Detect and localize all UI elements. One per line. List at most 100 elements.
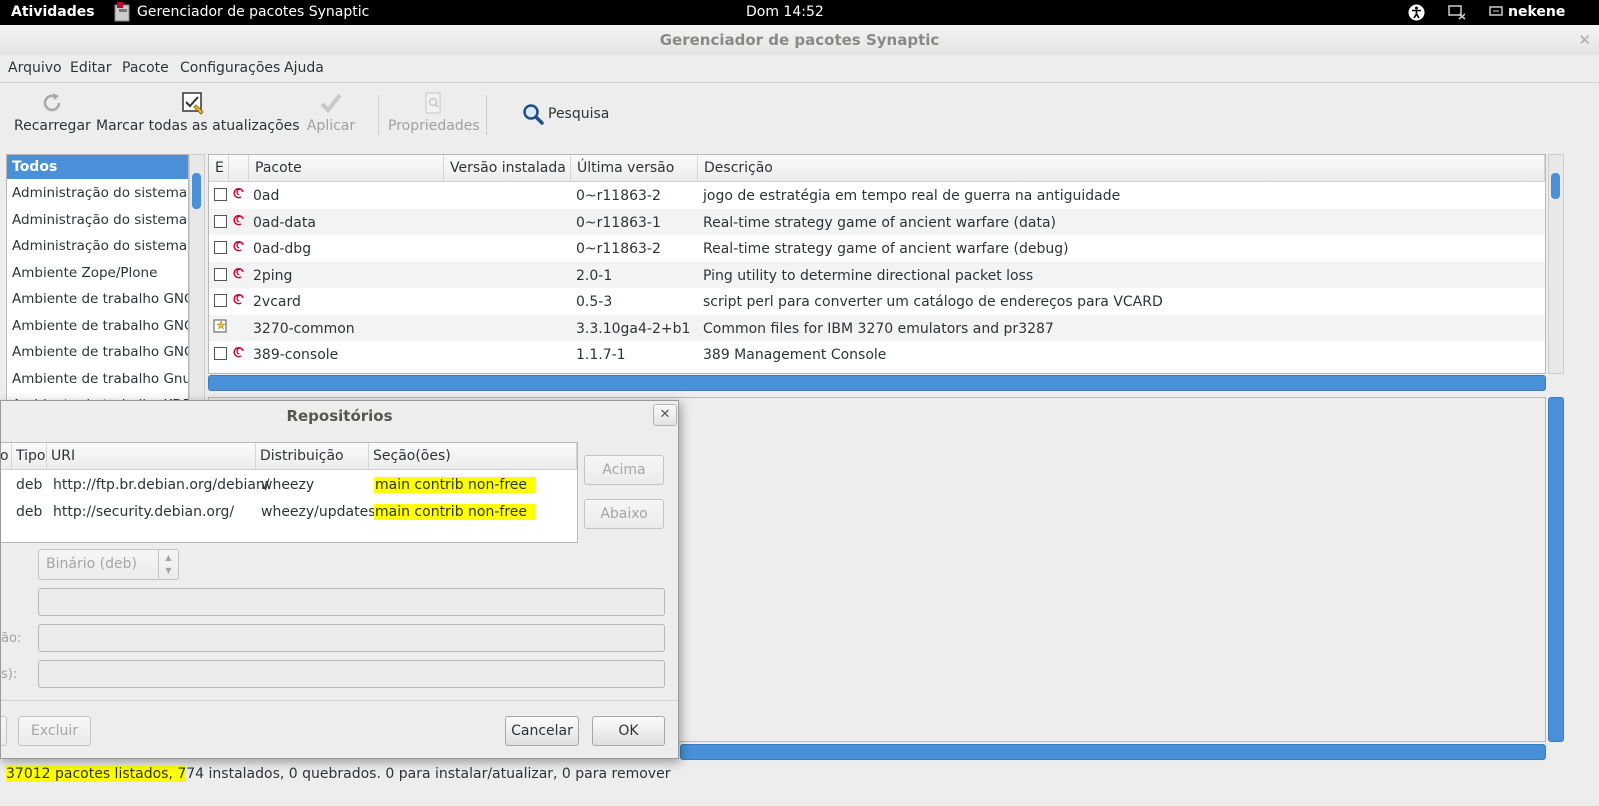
column-header-uri[interactable]: URI	[47, 443, 256, 470]
search-button[interactable]: Pesquisa	[518, 101, 609, 129]
package-name: 0ad-data	[253, 214, 316, 231]
column-header-package[interactable]: Pacote	[249, 155, 444, 182]
repository-distribution: wheezy/updates	[261, 504, 376, 520]
package-new-star-icon[interactable]	[213, 319, 227, 333]
delete-button[interactable]: Excluir	[18, 716, 91, 746]
section-item[interactable]: Administração do sistema (c	[7, 206, 188, 233]
details-horizontal-scrollbar[interactable]	[680, 744, 1546, 760]
menu-ajuda[interactable]: Ajuda	[284, 60, 324, 76]
clock[interactable]: Dom 14:52	[746, 4, 824, 20]
toolbar-separator	[486, 95, 487, 135]
package-latest-version: 3.3.10ga4-2+b1	[576, 320, 691, 337]
network-offline-icon[interactable]	[1448, 5, 1466, 20]
package-checkbox[interactable]	[214, 267, 227, 281]
reload-button[interactable]: Recarregar	[14, 83, 91, 145]
package-list[interactable]: E Pacote Versão instalada Última versão …	[208, 154, 1546, 374]
menu-arquivo[interactable]: Arquivo	[8, 60, 62, 76]
package-name: 3270-common	[253, 320, 355, 337]
scrollbar-thumb[interactable]	[192, 173, 201, 209]
debian-swirl-icon	[232, 239, 246, 253]
app-menu[interactable]: Gerenciador de pacotes Synaptic	[137, 4, 369, 20]
section-item[interactable]: Ambiente de trabalho GNC	[7, 285, 188, 312]
mark-all-upgrades-button[interactable]: Marcar todas as atualizações	[96, 83, 300, 145]
move-down-button[interactable]: Abaixo	[584, 499, 664, 529]
sections-field[interactable]	[38, 660, 665, 688]
section-item[interactable]: Administração do sistema	[7, 179, 188, 206]
repository-row[interactable]: deb http://ftp.br.debian.org/debian/ whe…	[1, 471, 577, 498]
section-list[interactable]: Todos Administração do sistema Administr…	[6, 154, 189, 406]
new-button[interactable]	[1, 716, 7, 746]
window-close-button[interactable]: ✕	[1578, 31, 1591, 49]
column-header-installed-version[interactable]: Versão instalada	[444, 155, 571, 182]
debian-swirl-icon	[232, 186, 246, 200]
package-row[interactable]: 0ad-data 0~r11863-1 Real-time strategy g…	[209, 208, 1545, 235]
column-header-enabled[interactable]: o	[1, 443, 12, 470]
scrollbar-thumb[interactable]	[1551, 173, 1560, 199]
cancel-button[interactable]: Cancelar	[505, 716, 579, 746]
package-latest-version: 1.1.7-1	[576, 347, 626, 363]
menu-configuracoes[interactable]: Configurações	[180, 60, 280, 76]
column-header-sections[interactable]: Seção(ões)	[369, 443, 577, 470]
user-menu[interactable]: nekene	[1508, 4, 1565, 20]
package-row[interactable]: 389-console 1.1.7-1 389 Management Conso…	[209, 341, 1545, 368]
column-header-support[interactable]	[229, 155, 249, 182]
properties-button[interactable]: Propriedades	[388, 83, 480, 145]
repository-type-select[interactable]: Binário (deb) ▲ ▼	[38, 549, 179, 580]
package-description: Common files for IBM 3270 emulators and …	[703, 320, 1054, 337]
apply-button[interactable]: Aplicar	[300, 83, 362, 145]
package-name: 0ad	[253, 188, 280, 204]
move-up-button[interactable]: Acima	[584, 455, 664, 485]
gnome-top-bar: Atividades Gerenciador de pacotes Synapt…	[0, 0, 1599, 25]
column-header-distribution[interactable]: Distribuição	[256, 443, 369, 470]
package-name: 2vcard	[253, 294, 301, 310]
reload-icon	[40, 91, 64, 115]
package-list-horizontal-scrollbar[interactable]	[208, 375, 1546, 391]
column-header-status[interactable]: E	[209, 155, 229, 182]
status-summary: 74 instalados, 0 quebrados. 0 para insta…	[186, 766, 671, 782]
package-latest-version: 0~r11863-2	[576, 188, 661, 204]
package-checkbox[interactable]	[214, 241, 227, 254]
menu-editar[interactable]: Editar	[70, 60, 111, 76]
package-list-vertical-scrollbar[interactable]	[1548, 154, 1564, 374]
package-row[interactable]: 0ad 0~r11863-2 jogo de estratégia em tem…	[209, 182, 1545, 209]
section-item[interactable]: Ambiente de trabalho GNC	[7, 312, 188, 339]
package-row[interactable]: 2vcard 0.5-3 script perl para converter …	[209, 288, 1545, 315]
dialog-close-button[interactable]: ✕	[653, 404, 677, 426]
package-checkbox[interactable]	[214, 188, 227, 201]
toolbar: Recarregar Marcar todas as atualizações …	[0, 83, 1599, 148]
section-item[interactable]: Ambiente Zope/Plone	[7, 259, 188, 286]
distribution-field[interactable]	[38, 624, 665, 652]
ok-button[interactable]: OK	[592, 716, 665, 746]
properties-icon	[421, 91, 445, 115]
column-header-latest-version[interactable]: Última versão	[571, 155, 698, 182]
repositories-dialog[interactable]: Repositórios ✕ o Tipo URI Distribuição S…	[0, 400, 679, 759]
close-icon: ✕	[659, 407, 671, 422]
window-titlebar[interactable]: Gerenciador de pacotes Synaptic ✕	[0, 25, 1599, 55]
section-item[interactable]: Administração do sistema (r	[7, 232, 188, 259]
section-list-scrollbar[interactable]	[189, 154, 205, 406]
package-description: Real-time strategy game of ancient warfa…	[703, 214, 1056, 231]
close-icon: ✕	[1578, 31, 1591, 49]
section-list-header[interactable]: Todos	[7, 155, 188, 179]
repository-row[interactable]: deb http://security.debian.org/ wheezy/u…	[1, 498, 577, 525]
activities-button[interactable]: Atividades	[11, 4, 95, 20]
package-row[interactable]: 3270-common 3.3.10ga4-2+b1 Common files …	[209, 314, 1545, 341]
column-header-description[interactable]: Descrição	[698, 155, 1545, 182]
section-item[interactable]: Ambiente de trabalho GNC	[7, 338, 188, 365]
package-checkbox[interactable]	[214, 294, 227, 307]
repository-sections: main contrib non-free	[374, 477, 536, 493]
package-row[interactable]: 0ad-dbg 0~r11863-2 Real-time strategy ga…	[209, 235, 1545, 262]
section-item[interactable]: Ambiente de trabalho Gnus	[7, 365, 188, 392]
package-row[interactable]: 2ping 2.0-1 Ping utility to determine di…	[209, 261, 1545, 288]
uri-field[interactable]	[38, 588, 665, 616]
menu-pacote[interactable]: Pacote	[122, 60, 169, 76]
debian-swirl-icon	[232, 345, 246, 359]
package-checkbox[interactable]	[214, 347, 227, 360]
repository-type: deb	[16, 477, 43, 493]
package-checkbox[interactable]	[214, 214, 227, 228]
repository-table[interactable]: o Tipo URI Distribuição Seção(ões) deb h…	[1, 442, 578, 543]
details-vertical-scrollbar[interactable]	[1548, 397, 1564, 742]
package-description: script perl para converter um catálogo d…	[703, 294, 1163, 310]
accessibility-icon[interactable]	[1408, 4, 1425, 21]
column-header-type[interactable]: Tipo	[12, 443, 47, 470]
